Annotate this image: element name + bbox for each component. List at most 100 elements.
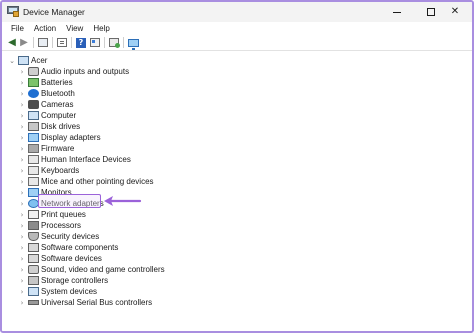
tree-category-label: Processors (41, 221, 82, 230)
tree-category-item[interactable]: › Print queues (2, 209, 302, 220)
chevron-right-icon[interactable]: › (18, 187, 26, 198)
tree-category-item[interactable]: › Bluetooth (2, 88, 302, 99)
tree-category-item[interactable]: › Security devices (2, 231, 302, 242)
tree-category-item[interactable]: › Keyboards (2, 165, 302, 176)
device-manager-app-icon (7, 6, 19, 17)
tree-category-label: Security devices (41, 232, 100, 241)
chevron-right-icon[interactable]: › (18, 242, 26, 253)
sound-controller-icon (28, 265, 39, 274)
tree-category-label: Cameras (41, 100, 74, 109)
tree-category-label: Software components (41, 243, 119, 252)
device-tree: ⌄ Acer › Audio inputs and outputs › Batteri… (2, 52, 472, 331)
tree-category-label: Display adapters (41, 133, 101, 142)
chevron-right-icon[interactable]: › (18, 132, 26, 143)
chevron-right-icon[interactable]: › (18, 121, 26, 132)
tree-root-acer[interactable]: ⌄ Acer (2, 55, 302, 66)
back-arrow-icon: ◀ (8, 36, 16, 48)
mouse-icon (28, 177, 39, 186)
tree-category-item[interactable]: › Firmware (2, 143, 302, 154)
bluetooth-icon (28, 89, 39, 98)
forward-arrow-icon: ▶ (20, 36, 28, 48)
tree-category-item[interactable]: › Software components (2, 242, 302, 253)
chevron-right-icon[interactable]: › (18, 209, 26, 220)
window-title: Device Manager (23, 7, 85, 17)
tree-category-item[interactable]: › Sound, video and game controllers (2, 264, 302, 275)
chevron-right-icon[interactable]: › (18, 286, 26, 297)
software-component-icon (28, 243, 39, 252)
display-adapter-icon (28, 133, 39, 142)
tree-category-item[interactable]: › Display adapters (2, 132, 302, 143)
properties-icon (57, 38, 67, 47)
tree-category-item[interactable]: › System devices (2, 286, 302, 297)
tree-category-item[interactable]: › Audio inputs and outputs (2, 66, 302, 77)
menu-file[interactable]: File (6, 22, 29, 35)
chevron-right-icon[interactable]: › (18, 253, 26, 264)
tree-category-item[interactable]: › Software devices (2, 253, 302, 264)
chevron-right-icon[interactable]: › (18, 110, 26, 121)
tree-category-item[interactable]: › Cameras (2, 99, 302, 110)
forward-button[interactable]: ▶ (18, 37, 30, 48)
chevron-right-icon[interactable]: › (18, 220, 26, 231)
help-button[interactable]: ? (75, 37, 87, 48)
scan-hardware-button[interactable] (108, 37, 120, 48)
tree-category-label: Universal Serial Bus controllers (41, 298, 153, 307)
device-manager-window: Device Manager ✕ File Action View Help ◀… (0, 0, 474, 333)
tree-category-item[interactable]: › Human Interface Devices (2, 154, 302, 165)
chevron-right-icon[interactable]: › (18, 143, 26, 154)
chevron-right-icon[interactable]: › (18, 66, 26, 77)
title-bar: Device Manager ✕ (2, 2, 472, 22)
menu-help[interactable]: Help (88, 22, 114, 35)
tree-category-label: Computer (41, 111, 77, 120)
chevron-right-icon[interactable]: › (18, 99, 26, 110)
tree-category-item[interactable]: › Disk drives (2, 121, 302, 132)
chevron-right-icon[interactable]: › (18, 77, 26, 88)
chevron-right-icon[interactable]: › (18, 231, 26, 242)
tree-category-item[interactable]: › Storage controllers (2, 275, 302, 286)
tree-category-item[interactable]: › Batteries (2, 77, 302, 88)
tree-category-label: Disk drives (41, 122, 81, 131)
tree-category-item[interactable]: › Mice and other pointing devices (2, 176, 302, 187)
camera-icon (28, 100, 39, 109)
tree-category-item[interactable]: › Computer (2, 110, 302, 121)
chevron-right-icon[interactable]: › (18, 297, 26, 308)
toolbar-separator (71, 37, 72, 48)
keyboard-icon (28, 166, 39, 175)
tree-category-label: Audio inputs and outputs (41, 67, 130, 76)
close-button[interactable]: ✕ (438, 2, 472, 22)
tree-category-item[interactable]: › Universal Serial Bus controllers (2, 297, 302, 308)
chevron-down-icon[interactable]: ⌄ (8, 55, 16, 66)
hid-icon (28, 155, 39, 164)
minimize-button[interactable] (380, 2, 414, 22)
close-icon: ✕ (450, 6, 460, 17)
computer-icon (18, 56, 29, 65)
chevron-right-icon[interactable]: › (18, 165, 26, 176)
storage-controller-icon (28, 276, 39, 285)
show-devices-button[interactable] (127, 37, 139, 50)
chevron-right-icon[interactable]: › (18, 198, 26, 209)
show-hide-console-tree-button[interactable] (37, 37, 49, 48)
tree-category-label: Batteries (41, 78, 73, 87)
menu-view[interactable]: View (61, 22, 88, 35)
tree-category-item[interactable]: › Processors (2, 220, 302, 231)
computer-icon (28, 111, 39, 120)
chevron-right-icon[interactable]: › (18, 88, 26, 99)
toolbar-separator (52, 37, 53, 48)
printer-icon (28, 210, 39, 219)
chevron-right-icon[interactable]: › (18, 275, 26, 286)
tree-category-label: Sound, video and game controllers (41, 265, 165, 274)
battery-icon (28, 78, 39, 87)
update-driver-button[interactable] (89, 37, 101, 48)
properties-button[interactable] (56, 37, 68, 48)
tree-category-label: Keyboards (41, 166, 80, 175)
speaker-icon (28, 67, 39, 76)
system-device-icon (28, 287, 39, 296)
chevron-right-icon[interactable]: › (18, 154, 26, 165)
tree-category-label: Firmware (41, 144, 75, 153)
chevron-right-icon[interactable]: › (18, 264, 26, 275)
back-button[interactable]: ◀ (6, 37, 18, 48)
chevron-right-icon[interactable]: › (18, 176, 26, 187)
security-device-icon (28, 232, 39, 241)
menu-action[interactable]: Action (29, 22, 61, 35)
scan-hardware-icon (109, 38, 120, 48)
disk-drive-icon (28, 122, 39, 131)
